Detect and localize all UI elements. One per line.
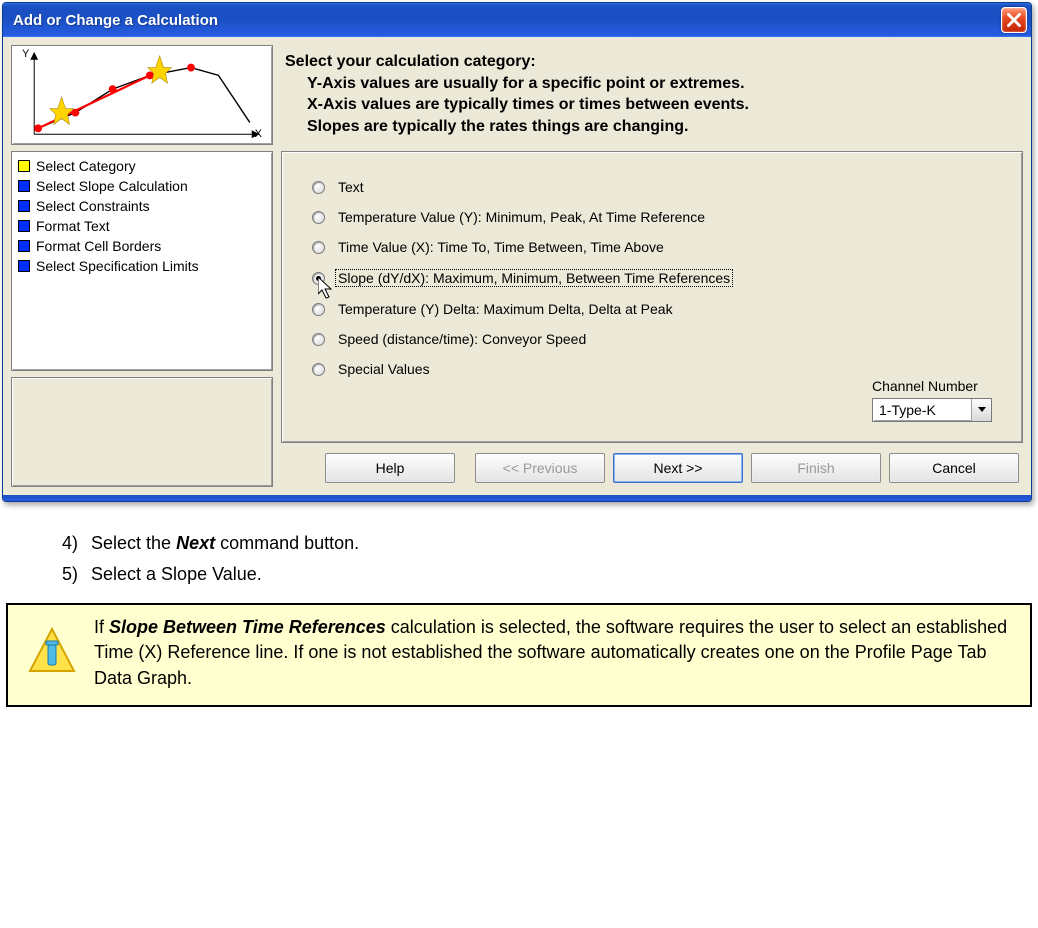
radio-slope[interactable]: Slope (dY/dX): Maximum, Minimum, Between… bbox=[312, 269, 992, 287]
step-label: Select Slope Calculation bbox=[36, 178, 188, 194]
graph-preview: Y X bbox=[11, 45, 273, 145]
heading-sub-3: Slopes are typically the rates things ar… bbox=[285, 116, 1019, 138]
radio-icon bbox=[312, 181, 325, 194]
button-label: Next >> bbox=[653, 460, 702, 476]
step-select-category[interactable]: Select Category bbox=[18, 156, 266, 176]
channel-label: Channel Number bbox=[872, 378, 992, 394]
radio-icon bbox=[312, 241, 325, 254]
instruction-step-4: 4) Select the Next command button. bbox=[50, 528, 1038, 559]
note-text: If Slope Between Time References calcula… bbox=[94, 615, 1010, 691]
step-label: Format Text bbox=[36, 218, 110, 234]
window-title: Add or Change a Calculation bbox=[13, 12, 1001, 29]
radio-label: Text bbox=[335, 179, 367, 195]
warning-icon bbox=[28, 627, 76, 675]
step-label: Format Cell Borders bbox=[36, 238, 161, 254]
channel-dropdown[interactable]: 1-Type-K bbox=[872, 398, 992, 422]
radio-special-values[interactable]: Special Values bbox=[312, 361, 992, 377]
step-label: Select Constraints bbox=[36, 198, 150, 214]
radio-icon bbox=[312, 333, 325, 346]
heading-sub-1: Y-Axis values are usually for a specific… bbox=[285, 73, 1019, 95]
previous-button[interactable]: << Previous bbox=[475, 453, 605, 483]
radio-text[interactable]: Text bbox=[312, 179, 992, 195]
bottom-blue-strip bbox=[3, 495, 1031, 501]
step-text-post: command button. bbox=[215, 533, 359, 553]
radio-temperature-value[interactable]: Temperature Value (Y): Minimum, Peak, At… bbox=[312, 209, 992, 225]
step-select-slope-calculation[interactable]: Select Slope Calculation bbox=[18, 176, 266, 196]
step-text-bold: Next bbox=[176, 533, 215, 553]
heading-sub-2: X-Axis values are typically times or tim… bbox=[285, 94, 1019, 116]
step-marker-icon bbox=[18, 160, 30, 172]
radio-icon bbox=[312, 303, 325, 316]
step-format-text[interactable]: Format Text bbox=[18, 216, 266, 236]
radio-time-value[interactable]: Time Value (X): Time To, Time Between, T… bbox=[312, 239, 992, 255]
dropdown-value: 1-Type-K bbox=[873, 402, 971, 418]
button-label: Finish bbox=[797, 460, 834, 476]
titlebar: Add or Change a Calculation bbox=[3, 3, 1031, 37]
close-icon bbox=[1007, 13, 1021, 27]
radio-icon bbox=[312, 272, 325, 285]
step-select-constraints[interactable]: Select Constraints bbox=[18, 196, 266, 216]
wizard-step-list: Select Category Select Slope Calculation… bbox=[11, 151, 273, 371]
radio-label: Temperature Value (Y): Minimum, Peak, At… bbox=[335, 209, 708, 225]
help-button[interactable]: Help bbox=[325, 453, 455, 483]
next-button[interactable]: Next >> bbox=[613, 453, 743, 483]
close-button[interactable] bbox=[1001, 7, 1027, 33]
heading-main: Select your calculation category: bbox=[285, 51, 1019, 73]
radio-label: Speed (distance/time): Conveyor Speed bbox=[335, 331, 589, 347]
client-area: Y X Select Category Select Slope Calcula… bbox=[3, 37, 1031, 495]
radio-label: Special Values bbox=[335, 361, 433, 377]
cancel-button[interactable]: Cancel bbox=[889, 453, 1019, 483]
radio-icon bbox=[312, 363, 325, 376]
axis-x-label: X bbox=[255, 128, 262, 140]
radio-label: Slope (dY/dX): Maximum, Minimum, Between… bbox=[335, 269, 733, 287]
chevron-down-icon bbox=[971, 399, 991, 421]
step-select-specification-limits[interactable]: Select Specification Limits bbox=[18, 256, 266, 276]
finish-button[interactable]: Finish bbox=[751, 453, 881, 483]
radio-icon bbox=[312, 211, 325, 224]
step-marker-icon bbox=[18, 240, 30, 252]
calculation-wizard-dialog: Add or Change a Calculation bbox=[2, 2, 1032, 502]
radio-speed[interactable]: Speed (distance/time): Conveyor Speed bbox=[312, 331, 992, 347]
axis-y-label: Y bbox=[22, 48, 29, 60]
left-column: Y X Select Category Select Slope Calcula… bbox=[11, 45, 273, 487]
description-box bbox=[11, 377, 273, 487]
step-text: Select a Slope Value. bbox=[91, 564, 262, 584]
step-number: 5) bbox=[50, 559, 78, 590]
note-bold: Slope Between Time References bbox=[109, 617, 386, 637]
step-label: Select Specification Limits bbox=[36, 258, 199, 274]
note-pre: If bbox=[94, 617, 109, 637]
step-number: 4) bbox=[50, 528, 78, 559]
channel-number-block: Channel Number 1-Type-K bbox=[872, 378, 992, 422]
step-label: Select Category bbox=[36, 158, 136, 174]
button-label: << Previous bbox=[503, 460, 578, 476]
radio-label: Temperature (Y) Delta: Maximum Delta, De… bbox=[335, 301, 676, 317]
radio-label: Time Value (X): Time To, Time Between, T… bbox=[335, 239, 667, 255]
heading-block: Select your calculation category: Y-Axis… bbox=[281, 45, 1023, 151]
right-column: Select your calculation category: Y-Axis… bbox=[281, 45, 1023, 487]
button-label: Cancel bbox=[932, 460, 976, 476]
step-format-cell-borders[interactable]: Format Cell Borders bbox=[18, 236, 266, 256]
category-radio-panel: Text Temperature Value (Y): Minimum, Pea… bbox=[281, 151, 1023, 443]
step-marker-icon bbox=[18, 180, 30, 192]
radio-temperature-delta[interactable]: Temperature (Y) Delta: Maximum Delta, De… bbox=[312, 301, 992, 317]
step-marker-icon bbox=[18, 260, 30, 272]
preview-chart bbox=[12, 46, 272, 144]
step-marker-icon bbox=[18, 200, 30, 212]
step-text-pre: Select the bbox=[91, 533, 176, 553]
instruction-list: 4) Select the Next command button. 5) Se… bbox=[0, 510, 1038, 599]
instruction-step-5: 5) Select a Slope Value. bbox=[50, 559, 1038, 590]
button-label: Help bbox=[376, 460, 405, 476]
button-row: Help << Previous Next >> Finish Cancel bbox=[281, 443, 1023, 487]
step-marker-icon bbox=[18, 220, 30, 232]
note-box: If Slope Between Time References calcula… bbox=[6, 603, 1032, 707]
